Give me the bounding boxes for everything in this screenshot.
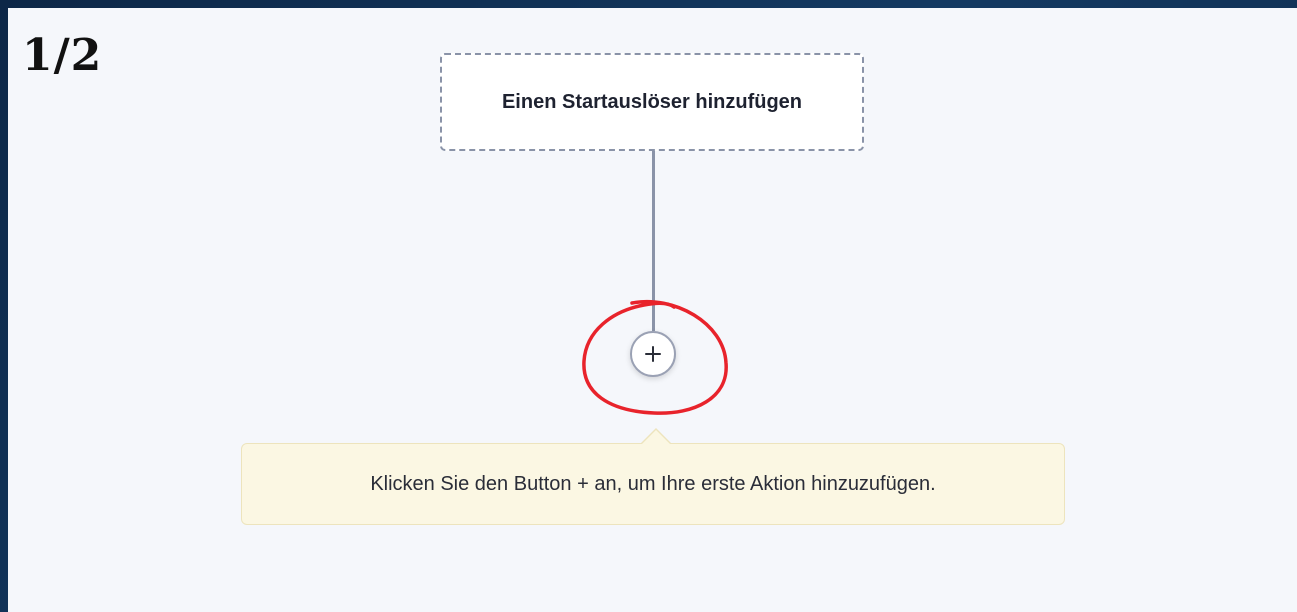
plus-icon bbox=[645, 346, 661, 362]
connector-line bbox=[652, 151, 655, 331]
step-counter: 1/2 bbox=[22, 30, 103, 81]
trigger-label: Einen Startauslöser hinzufügen bbox=[501, 90, 803, 113]
add-action-button[interactable] bbox=[630, 331, 676, 377]
hint-tooltip: Klicken Sie den Button + an, um Ihre ers… bbox=[241, 443, 1065, 525]
tooltip-text: Klicken Sie den Button + an, um Ihre ers… bbox=[370, 472, 936, 495]
tooltip-arrow bbox=[641, 430, 671, 445]
workflow-canvas: 1/2 Einen Startauslöser hinzufügen Klick… bbox=[8, 8, 1297, 612]
add-start-trigger-box[interactable]: Einen Startauslöser hinzufügen bbox=[440, 53, 864, 151]
